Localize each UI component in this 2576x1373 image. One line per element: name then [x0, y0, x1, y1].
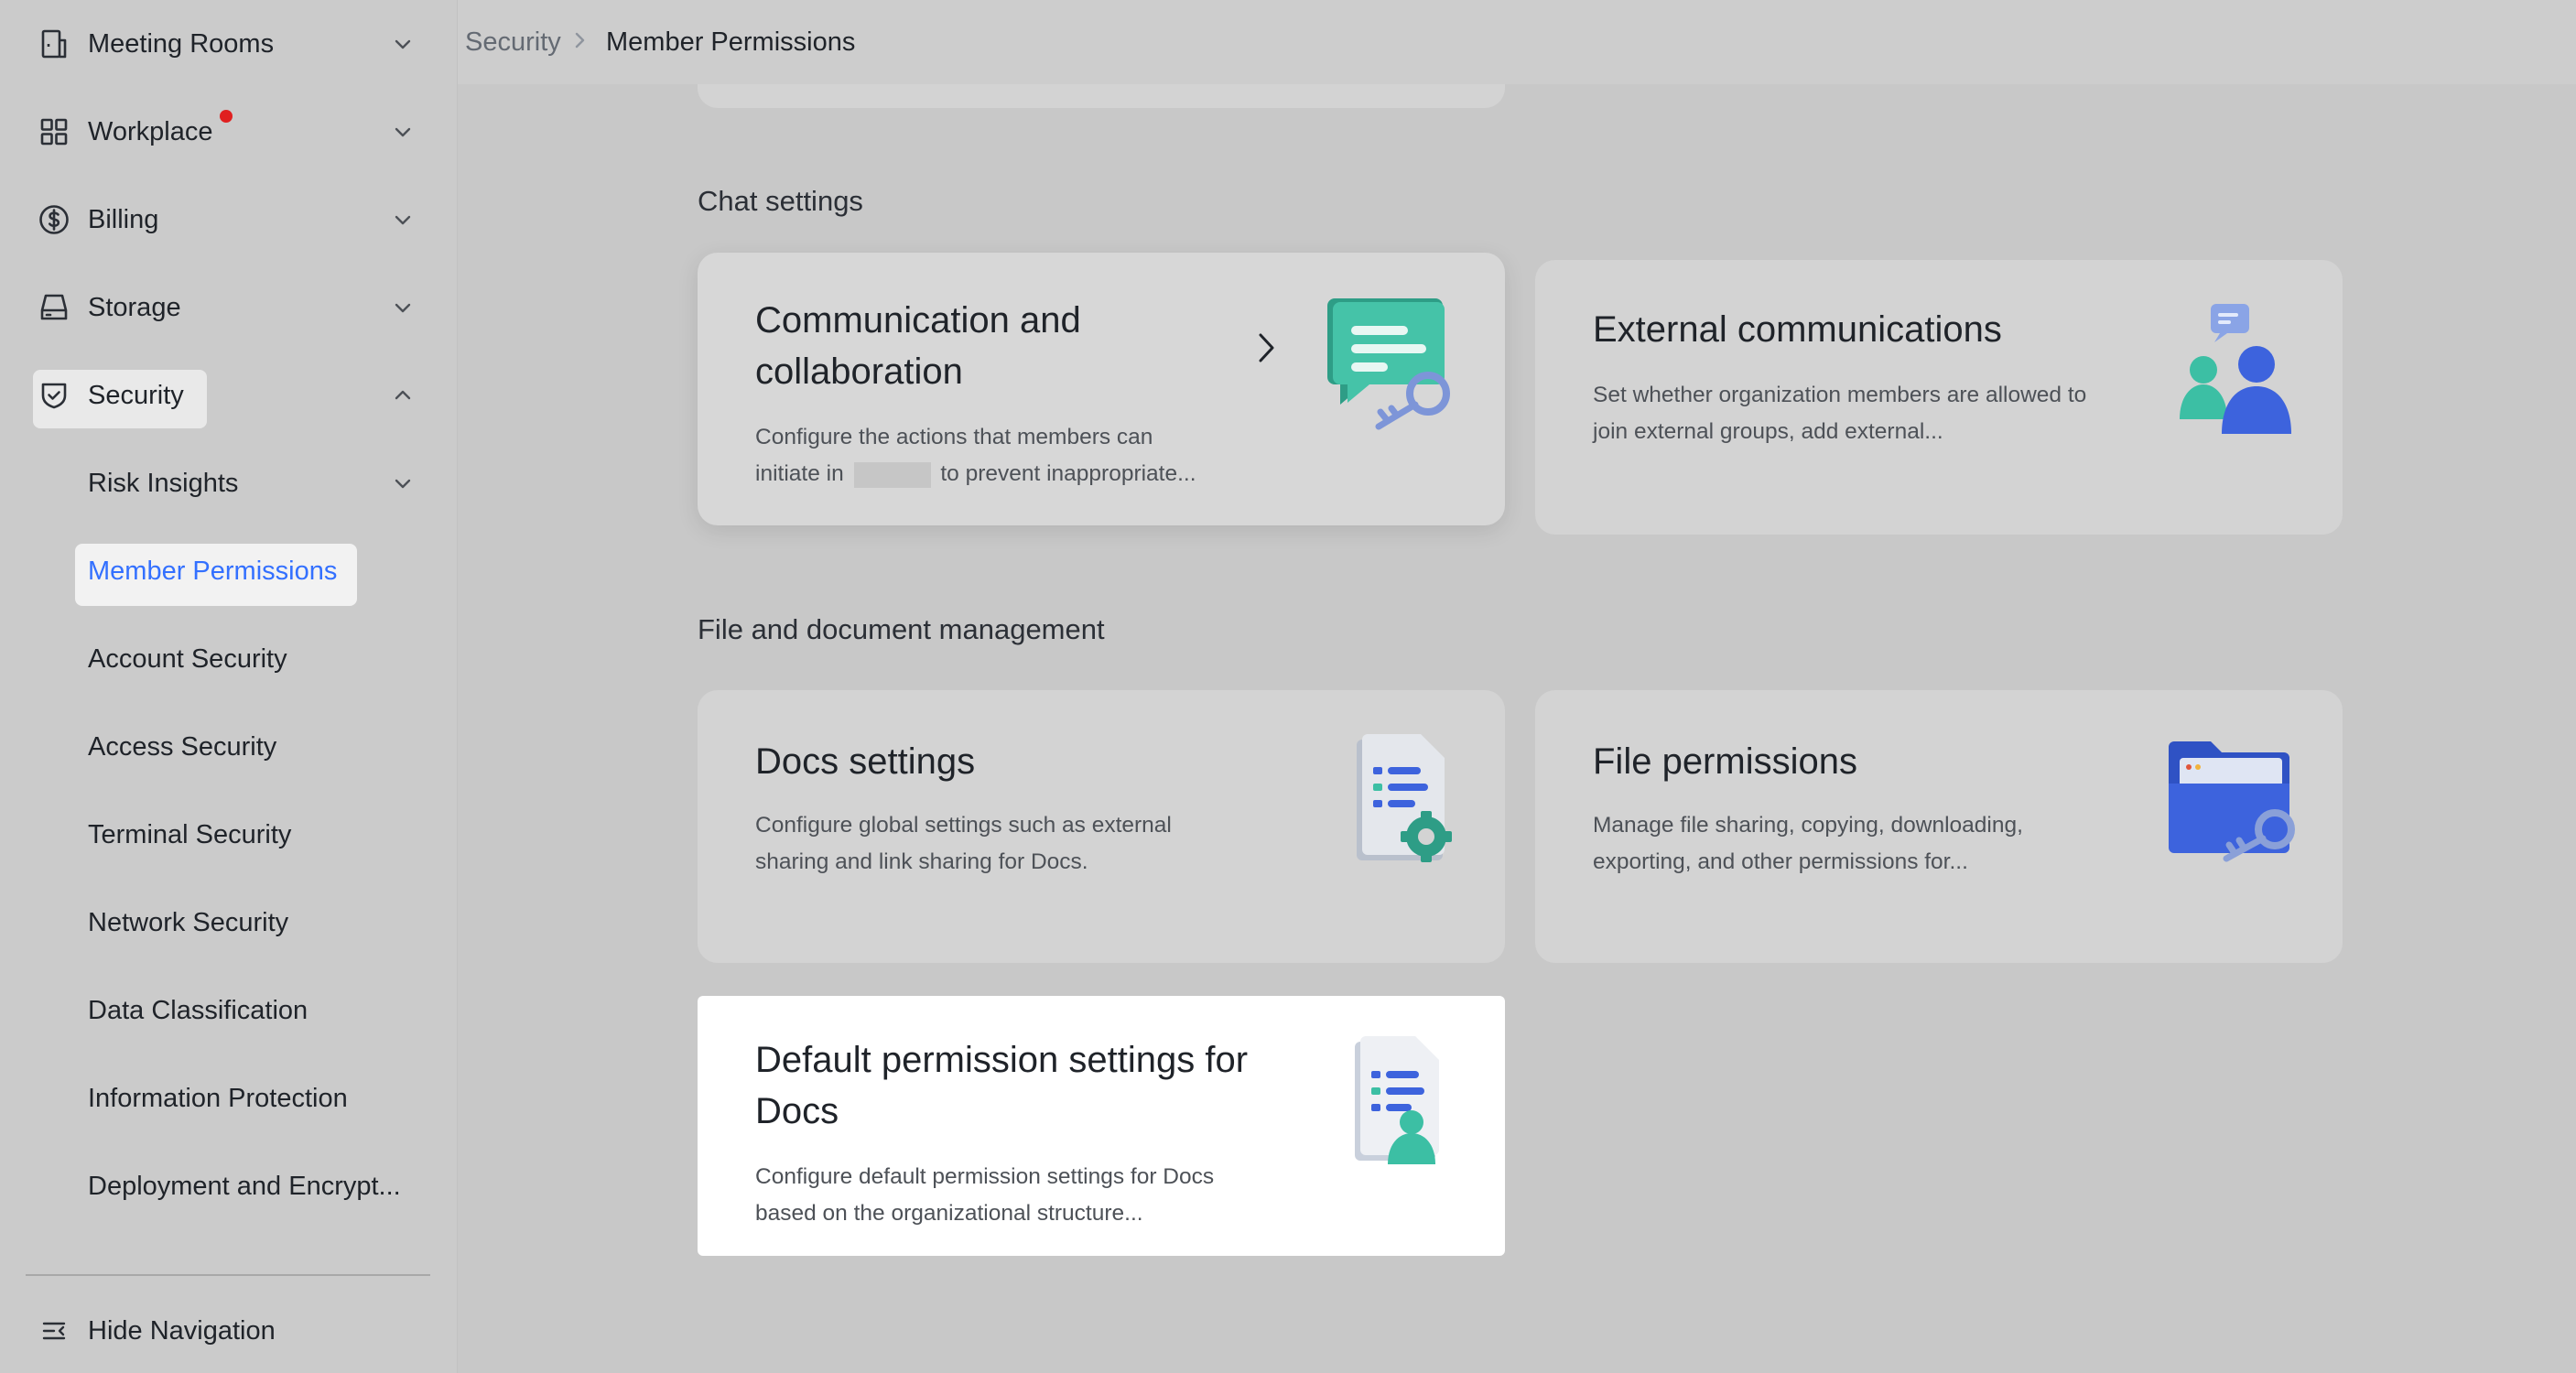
sidebar-item-label: Workplace [88, 116, 213, 146]
sidebar-subitem-data-classification[interactable]: Data Classification [0, 967, 458, 1054]
card-description: Configure the actions that members can i… [755, 419, 1231, 492]
card-communication-collaboration[interactable]: Communication and collaboration Configur… [698, 253, 1505, 525]
shield-check-icon [37, 378, 71, 413]
chevron-down-icon[interactable] [388, 293, 417, 322]
sidebar-subitem-label: Risk Insights [88, 468, 239, 498]
sidebar-item-label: Security [88, 380, 184, 410]
breadcrumb-current: Member Permissions [606, 27, 856, 57]
chevron-down-icon[interactable] [388, 117, 417, 146]
sidebar-item-label: Storage [88, 292, 181, 322]
card-title: File permissions [1593, 741, 1857, 782]
card-description: Configure global settings such as extern… [755, 813, 1172, 874]
doc-gear-illustration-icon [1353, 730, 1454, 872]
card-desc-text: initiate in [755, 461, 844, 486]
sidebar-subitem-label: Account Security [88, 643, 287, 674]
sidebar-subitem-label: Member Permissions [88, 556, 338, 586]
sidebar-item-label: Meeting Rooms [88, 28, 275, 59]
collapse-menu-icon [37, 1314, 71, 1348]
header: Security Member Permissions [458, 0, 2576, 84]
building-icon [37, 27, 71, 61]
sidebar-item-meeting-rooms[interactable]: Meeting Rooms [0, 0, 458, 88]
card-description: Configure default permission settings fo… [755, 1164, 1215, 1226]
card-file-permissions[interactable]: File permissions Manage file sharing, co… [1535, 690, 2343, 963]
chat-key-illustration-icon [1327, 295, 1465, 437]
sidebar-subitem-label: Information Protection [88, 1083, 348, 1113]
sidebar-subitem-label: Deployment and Encrypt... [88, 1171, 401, 1201]
card-default-permission-docs[interactable]: Default permission settings for Docs Con… [698, 996, 1505, 1256]
chevron-up-icon[interactable] [388, 381, 417, 410]
sidebar-subitem-label: Terminal Security [88, 819, 292, 849]
notification-dot [220, 110, 233, 123]
section-title-files: File and document management [698, 613, 1105, 645]
sidebar-subitem-terminal-security[interactable]: Terminal Security [0, 791, 458, 879]
card-docs-settings[interactable]: Docs settings Configure global settings … [698, 690, 1505, 963]
grid-icon [37, 114, 71, 149]
card-external-communications[interactable]: External communications Set whether orga… [1535, 260, 2343, 535]
card-title: Communication and collaboration [755, 300, 1081, 392]
card-title: Docs settings [755, 741, 976, 782]
doc-person-illustration-icon [1348, 1034, 1448, 1176]
sidebar-subitem-account-security[interactable]: Account Security [0, 615, 458, 703]
sidebar-item-label: Billing [88, 204, 159, 234]
sidebar-subitem-network-security[interactable]: Network Security [0, 879, 458, 967]
drive-icon [37, 290, 71, 325]
sidebar-item-workplace[interactable]: Workplace [0, 88, 458, 176]
sidebar-subitem-risk-insights[interactable]: Risk Insights [0, 439, 458, 527]
sidebar-subitem-member-permissions[interactable]: Member Permissions [0, 527, 458, 615]
sidebar-item-storage[interactable]: Storage [0, 264, 458, 351]
section-title-chat: Chat settings [698, 185, 863, 217]
hide-navigation-label: Hide Navigation [88, 1315, 276, 1346]
dollar-icon [37, 202, 71, 237]
sidebar-subitem-label: Access Security [88, 731, 277, 762]
redacted-block [853, 461, 931, 488]
sidebar-subitem-deployment-encryption[interactable]: Deployment and Encrypt... [0, 1142, 458, 1230]
sidebar-item-billing[interactable]: Billing [0, 176, 458, 264]
sidebar-item-security[interactable]: Security [0, 351, 458, 439]
people-illustration-icon [2169, 300, 2306, 451]
previous-card-bottom [698, 84, 1505, 108]
sidebar-subitem-information-protection[interactable]: Information Protection [0, 1054, 458, 1142]
folder-key-illustration-icon [2169, 738, 2306, 870]
card-description: Manage file sharing, copying, downloadin… [1593, 813, 2023, 874]
sidebar-divider [26, 1274, 430, 1276]
chevron-down-icon[interactable] [388, 205, 417, 234]
hide-navigation-button[interactable]: Hide Navigation [0, 1287, 458, 1373]
card-desc-line: initiate in to prevent inappropriate... [755, 456, 1231, 492]
breadcrumb-parent[interactable]: Security [465, 27, 561, 58]
breadcrumb-separator-icon [571, 27, 590, 60]
sidebar-subitem-label: Network Security [88, 907, 289, 937]
card-desc-line: Configure the actions that members can [755, 425, 1153, 449]
sidebar: Meeting Rooms Workplace Billing Storage … [0, 0, 458, 1373]
card-desc-text: to prevent inappropriate... [940, 461, 1196, 486]
sidebar-subitem-access-security[interactable]: Access Security [0, 703, 458, 791]
chevron-down-icon[interactable] [388, 29, 417, 59]
chevron-down-icon[interactable] [388, 469, 417, 498]
card-description: Set whether organization members are all… [1593, 383, 2087, 444]
sidebar-subitem-label: Data Classification [88, 995, 308, 1025]
card-title: Default permission settings for Docs [755, 1040, 1249, 1131]
chevron-right-icon[interactable] [1252, 328, 1280, 373]
card-title: External communications [1593, 309, 2002, 350]
